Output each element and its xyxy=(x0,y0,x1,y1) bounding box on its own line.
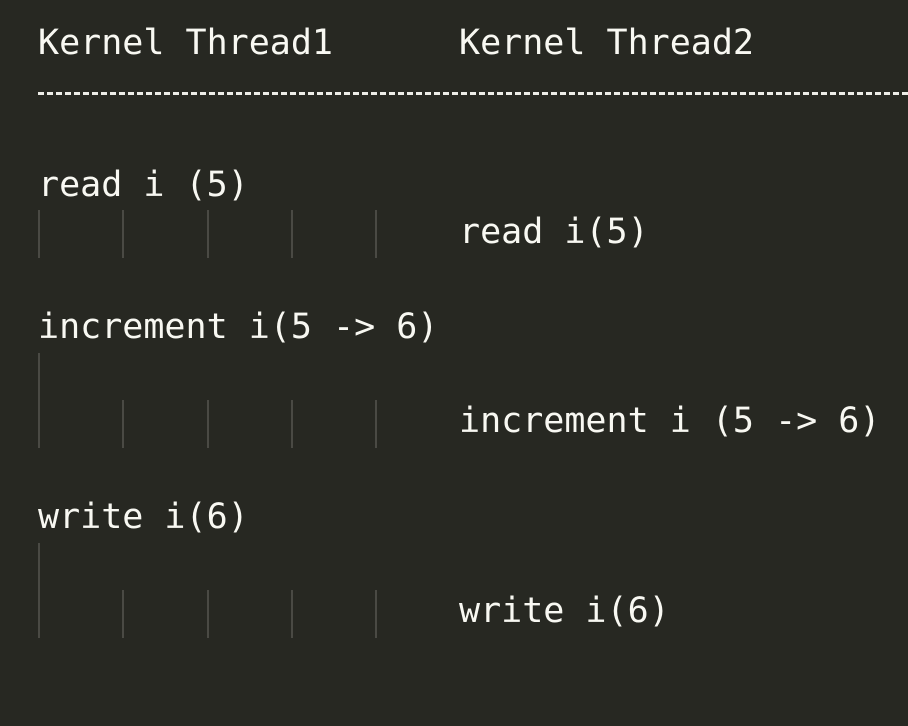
indent-guide xyxy=(207,210,209,258)
thread2-increment: increment i (5 -> 6) xyxy=(459,401,881,441)
header-thread1: Kernel Thread1 xyxy=(38,23,334,63)
separator-line xyxy=(38,92,908,95)
thread1-read: read i (5) xyxy=(38,165,249,205)
indent-guide xyxy=(291,590,293,638)
indent-guide xyxy=(38,353,40,448)
thread2-read: read i(5) xyxy=(459,212,649,252)
indent-guide xyxy=(38,543,40,638)
code-block: Kernel Thread1 Kernel Thread2 read i (5)… xyxy=(0,0,908,726)
indent-guide xyxy=(122,400,124,448)
indent-guide xyxy=(375,400,377,448)
thread1-increment: increment i(5 -> 6) xyxy=(38,307,439,347)
thread1-write: write i(6) xyxy=(38,497,249,537)
indent-guide xyxy=(122,590,124,638)
indent-guide xyxy=(122,210,124,258)
indent-guide xyxy=(291,210,293,258)
indent-guide xyxy=(38,210,40,258)
thread2-write: write i(6) xyxy=(459,591,670,631)
indent-guide xyxy=(375,210,377,258)
indent-guide xyxy=(207,400,209,448)
indent-guide xyxy=(291,400,293,448)
header-thread2: Kernel Thread2 xyxy=(459,23,755,63)
indent-guide xyxy=(207,590,209,638)
indent-guide xyxy=(375,590,377,638)
